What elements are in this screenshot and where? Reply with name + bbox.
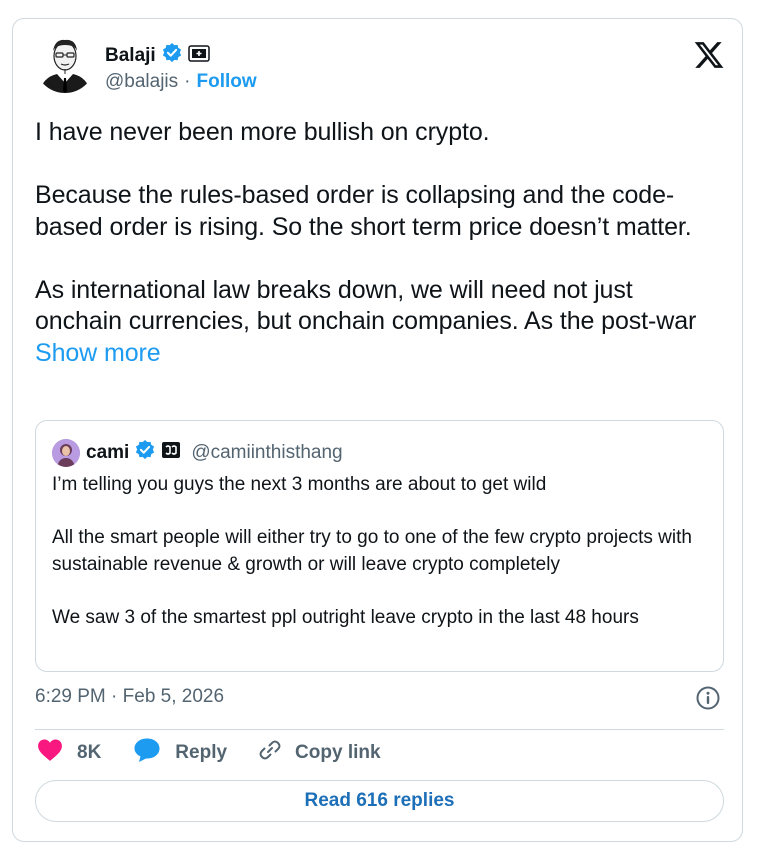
quoted-tweet-text: I’m telling you guys the next 3 months a… [52, 472, 712, 631]
tweet-paragraph: Because the rules-based order is collaps… [35, 181, 692, 241]
copy-link-button[interactable]: Copy link [257, 737, 381, 769]
author-handle[interactable]: @balajis [105, 71, 178, 93]
quoted-paragraph: We saw 3 of the smartest ppl outright le… [52, 606, 639, 628]
like-count: 8K [77, 742, 102, 763]
like-button[interactable]: 8K [37, 738, 101, 768]
x-logo-icon[interactable] [693, 39, 725, 71]
affiliate-badge-icon [161, 440, 181, 466]
quoted-tweet[interactable]: cami @camiinthisthang I’m telling you gu… [35, 420, 724, 672]
tweet-embed-card: Balaji @balajis · Follow I have never be… [12, 18, 743, 842]
copy-link-label: Copy link [295, 742, 381, 763]
reply-label: Reply [175, 742, 228, 763]
affiliate-badge-icon [187, 43, 210, 68]
tweet-timestamp[interactable]: 6:29 PM · Feb 5, 2026 [35, 686, 224, 708]
verified-badge-icon [135, 440, 155, 466]
speech-bubble-icon [133, 737, 161, 769]
link-icon [257, 737, 283, 769]
follow-button[interactable]: Follow [196, 71, 256, 93]
tweet-paragraph: I have never been more bullish on crypto… [35, 118, 490, 146]
quoted-tweet-header: cami @camiinthisthang [52, 439, 343, 467]
show-more-link[interactable]: Show more [35, 339, 161, 367]
separator-dot: · [184, 71, 191, 92]
verified-badge-icon [162, 43, 182, 68]
author-handle-row: @balajis · Follow [105, 71, 257, 93]
heart-icon [37, 738, 63, 768]
divider [35, 729, 724, 730]
tweet-text: I have never been more bullish on crypto… [35, 117, 725, 369]
author-name[interactable]: Balaji [105, 45, 156, 67]
quoted-author-avatar [52, 439, 80, 467]
tweet-paragraph-text: As international law breaks down, we wil… [35, 275, 697, 336]
quoted-author-handle: @camiinthisthang [191, 442, 343, 463]
quoted-author-name: cami [86, 442, 130, 463]
author-name-row: Balaji [105, 43, 210, 68]
action-bar: 8K Reply Copy link [35, 738, 724, 768]
reply-button[interactable]: Reply [133, 737, 227, 769]
tweet-paragraph: As international law breaks down, we wil… [35, 275, 725, 370]
read-replies-button[interactable]: Read 616 replies [35, 780, 724, 822]
author-avatar[interactable] [35, 33, 95, 93]
info-icon[interactable] [695, 685, 721, 711]
quoted-paragraph: All the smart people will either try to … [52, 527, 692, 575]
quoted-paragraph: I’m telling you guys the next 3 months a… [52, 474, 547, 495]
